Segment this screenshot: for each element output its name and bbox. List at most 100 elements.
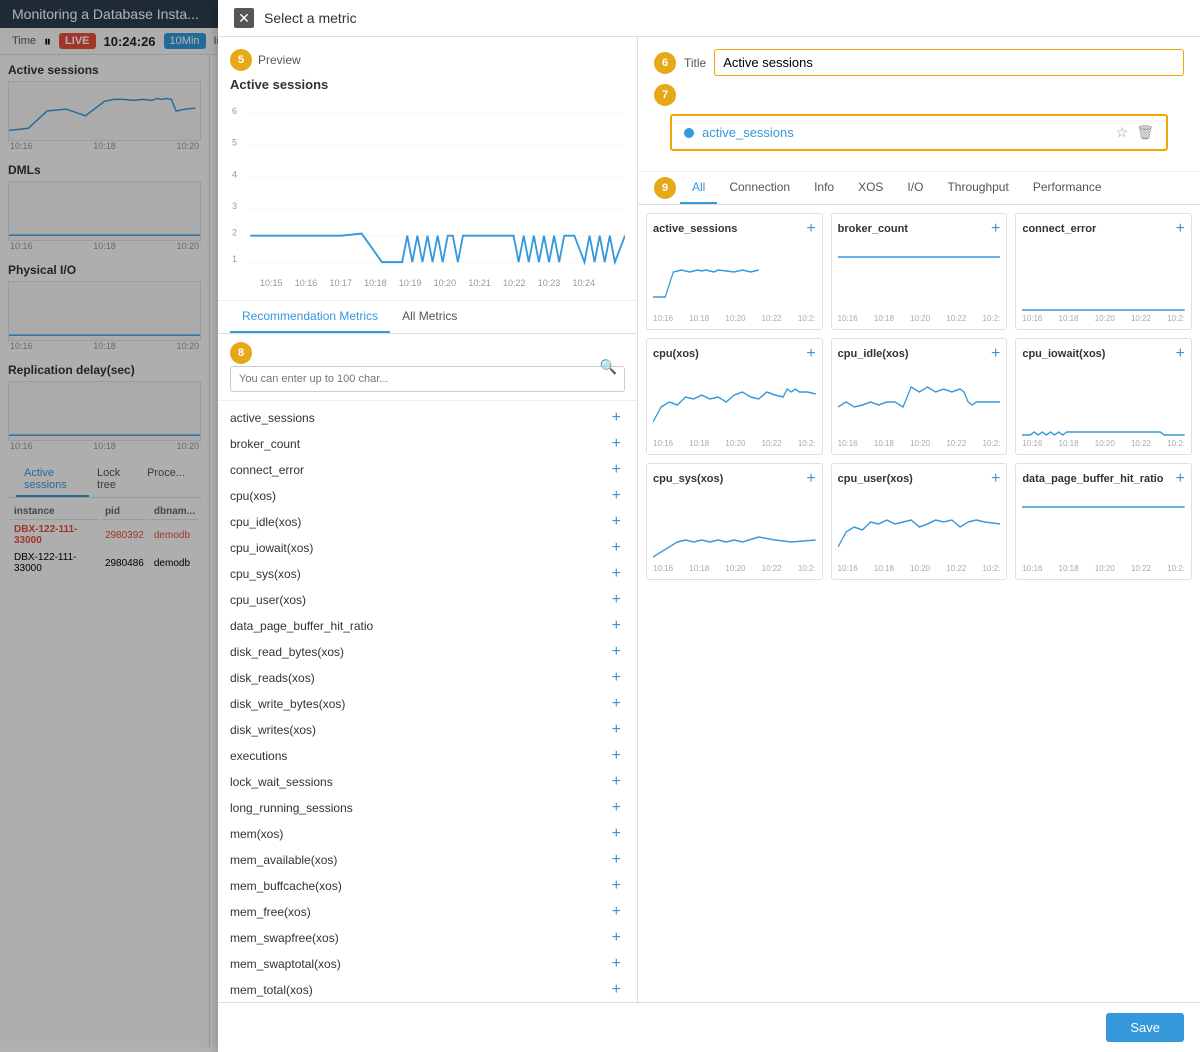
add-metric-icon[interactable]: + — [612, 774, 621, 790]
add-metric-icon[interactable]: + — [612, 618, 621, 634]
filter-tab-throughput[interactable]: Throughput — [935, 172, 1020, 204]
add-metric-icon[interactable]: + — [612, 722, 621, 738]
add-card-icon[interactable]: + — [1176, 345, 1185, 363]
svg-text:1: 1 — [232, 254, 237, 264]
list-item[interactable]: active_sessions+ — [218, 405, 637, 431]
filter-tab-xos[interactable]: XOS — [846, 172, 895, 204]
metrics-search-input[interactable] — [230, 366, 625, 392]
list-item[interactable]: cpu_idle(xos)+ — [218, 509, 637, 535]
list-item[interactable]: cpu_sys(xos)+ — [218, 561, 637, 587]
metric-item-name: data_page_buffer_hit_ratio — [230, 619, 373, 633]
add-card-icon[interactable]: + — [991, 345, 1000, 363]
add-metric-icon[interactable]: + — [612, 956, 621, 972]
metric-card-header: active_sessions + — [653, 220, 816, 238]
list-item[interactable]: disk_read_bytes(xos)+ — [218, 639, 637, 665]
star-icon[interactable]: ☆ — [1116, 124, 1129, 141]
list-item[interactable]: mem_total(xos) + — [218, 977, 637, 1002]
filter-tab-io[interactable]: I/O — [895, 172, 935, 204]
metric-card-header: data_page_buffer_hit_ratio + — [1022, 470, 1185, 488]
add-card-icon[interactable]: + — [806, 345, 815, 363]
add-metric-icon[interactable]: + — [612, 410, 621, 426]
add-metric-icon[interactable]: + — [612, 826, 621, 842]
add-card-icon[interactable]: + — [806, 220, 815, 238]
add-metric-icon[interactable]: + — [612, 488, 621, 504]
list-item[interactable]: executions+ — [218, 743, 637, 769]
add-metric-icon[interactable]: + — [612, 748, 621, 764]
list-item[interactable]: lock_wait_sessions+ — [218, 769, 637, 795]
metric-card[interactable]: cpu_user(xos) + 10:1610:1810:2010:2210:2… — [831, 463, 1008, 580]
list-item[interactable]: disk_reads(xos)+ — [218, 665, 637, 691]
add-metric-icon[interactable]: + — [612, 514, 621, 530]
filter-tab-info[interactable]: Info — [802, 172, 846, 204]
add-metric-icon[interactable]: + — [612, 696, 621, 712]
list-item[interactable]: cpu_user(xos) + — [218, 587, 637, 613]
filter-tab-all[interactable]: All — [680, 172, 717, 204]
add-metric-icon[interactable]: + — [612, 592, 621, 608]
add-card-icon[interactable]: + — [991, 470, 1000, 488]
filter-tab-performance[interactable]: Performance — [1021, 172, 1114, 204]
add-metric-icon[interactable]: + — [612, 878, 621, 894]
add-card-icon[interactable]: + — [991, 220, 1000, 238]
metrics-grid: active_sessions + 10:1610:1810:2010:2210… — [638, 205, 1200, 1002]
metric-tabs: Recommendation Metrics All Metrics — [218, 301, 637, 334]
add-metric-icon[interactable]: + — [612, 644, 621, 660]
metric-card[interactable]: active_sessions + 10:1610:1810:2010:2210… — [646, 213, 823, 330]
list-item[interactable]: disk_write_bytes(xos)+ — [218, 691, 637, 717]
add-metric-icon[interactable]: + — [612, 904, 621, 920]
metric-item-name: mem_total(xos) — [230, 983, 313, 997]
add-card-icon[interactable]: + — [806, 470, 815, 488]
metric-card-chart — [1022, 242, 1185, 312]
metric-card-xaxis: 10:1610:1810:2010:2210:2: — [653, 439, 816, 448]
metrics-list: active_sessions+broker_count+connect_err… — [218, 401, 637, 1002]
selected-metric-name: active_sessions — [702, 125, 794, 140]
metric-card-chart — [653, 492, 816, 562]
list-item[interactable]: data_page_buffer_hit_ratio + — [218, 613, 637, 639]
step-6-badge: 6 — [654, 52, 676, 74]
metric-card[interactable]: cpu(xos) + 10:1610:1810:2010:2210:2: — [646, 338, 823, 455]
list-item[interactable]: mem_buffcache(xos)+ — [218, 873, 637, 899]
metric-item-name: connect_error — [230, 463, 304, 477]
metric-card-name: cpu_sys(xos) — [653, 473, 723, 485]
add-metric-icon[interactable]: + — [612, 566, 621, 582]
add-metric-icon[interactable]: + — [612, 436, 621, 452]
add-metric-icon[interactable]: + — [612, 800, 621, 816]
modal-close-button[interactable]: ✕ — [234, 8, 254, 28]
preview-chart-title: Active sessions — [230, 77, 625, 92]
list-item[interactable]: mem_swaptotal(xos)+ — [218, 951, 637, 977]
metric-card[interactable]: cpu_sys(xos) + 10:1610:1810:2010:2210:2: — [646, 463, 823, 580]
add-metric-icon[interactable]: + — [612, 930, 621, 946]
delete-icon[interactable]: 🗑 — [1136, 124, 1154, 141]
metric-card-xaxis: 10:1610:1810:2010:2210:2: — [838, 314, 1001, 323]
list-item[interactable]: mem_swapfree(xos)+ — [218, 925, 637, 951]
add-metric-icon[interactable]: + — [612, 670, 621, 686]
metric-item-name: cpu_user(xos) — [230, 593, 306, 607]
list-item[interactable]: cpu_iowait(xos)+ — [218, 535, 637, 561]
list-item[interactable]: mem(xos)+ — [218, 821, 637, 847]
add-metric-icon[interactable]: + — [612, 540, 621, 556]
list-item[interactable]: broker_count+ — [218, 431, 637, 457]
add-card-icon[interactable]: + — [1176, 470, 1185, 488]
metric-card[interactable]: cpu_iowait(xos) + 10:1610:1810:2010:2210… — [1015, 338, 1192, 455]
add-metric-icon[interactable]: + — [612, 852, 621, 868]
list-item[interactable]: mem_available(xos)+ — [218, 847, 637, 873]
list-item[interactable]: disk_writes(xos)+ — [218, 717, 637, 743]
tab-recommendation[interactable]: Recommendation Metrics — [230, 301, 390, 333]
filter-tab-connection[interactable]: Connection — [717, 172, 802, 204]
metric-card-chart — [838, 367, 1001, 437]
metric-card-chart — [1022, 367, 1185, 437]
chart-title-input[interactable] — [714, 49, 1184, 76]
list-item[interactable]: mem_free(xos)+ — [218, 899, 637, 925]
tab-all-metrics[interactable]: All Metrics — [390, 301, 469, 333]
metric-card[interactable]: broker_count + 10:1610:1810:2010:2210:2: — [831, 213, 1008, 330]
add-card-icon[interactable]: + — [1176, 220, 1185, 238]
add-metric-icon[interactable]: + — [612, 462, 621, 478]
metric-card[interactable]: data_page_buffer_hit_ratio + 10:1610:181… — [1015, 463, 1192, 580]
save-button[interactable]: Save — [1106, 1013, 1184, 1042]
list-item[interactable]: cpu(xos)+ — [218, 483, 637, 509]
metric-card[interactable]: connect_error + 10:1610:1810:2010:2210:2… — [1015, 213, 1192, 330]
list-item[interactable]: long_running_sessions+ — [218, 795, 637, 821]
metric-card-name: cpu_iowait(xos) — [1022, 348, 1105, 360]
add-metric-icon[interactable]: + — [612, 982, 621, 998]
metric-card[interactable]: cpu_idle(xos) + 10:1610:1810:2010:2210:2… — [831, 338, 1008, 455]
list-item[interactable]: connect_error + — [218, 457, 637, 483]
